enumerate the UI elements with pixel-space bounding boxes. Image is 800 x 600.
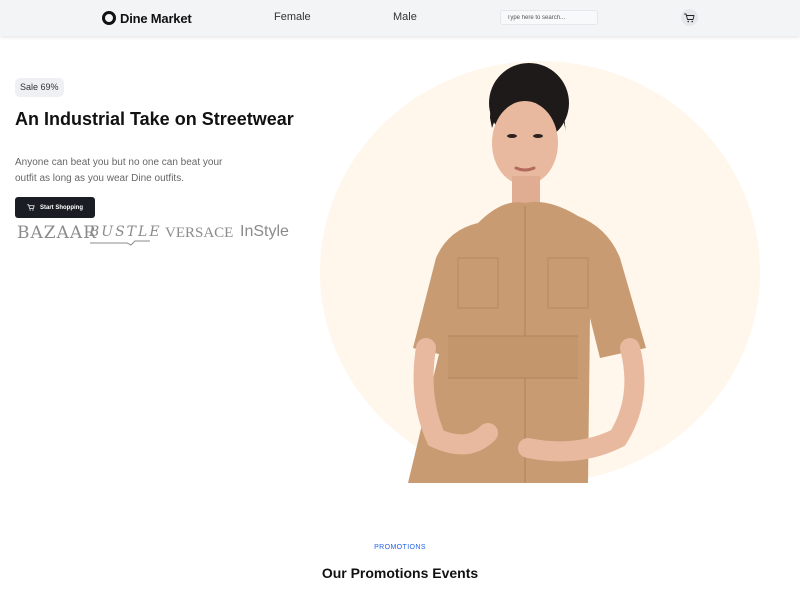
nav-link-female[interactable]: Female [274,11,311,23]
start-shopping-button[interactable]: Start Shopping [15,197,95,218]
start-shopping-label: Start Shopping [40,204,83,211]
hero-title: An Industrial Take on Streetwear [15,109,294,129]
logo-ring-icon [102,11,116,25]
bustle-underline-icon [90,240,150,246]
promotions-tag: PROMOTIONS [374,544,426,551]
brand-logo-instyle: InStyle [240,223,289,240]
hero-model-image [408,63,646,483]
site-header: Dine Market Female Male [0,0,800,36]
sale-badge: Sale 69% [15,78,64,97]
brand-logo-bustle: BUSTLE [89,224,162,240]
logo[interactable]: Dine Market [102,10,192,26]
hero-description: Anyone can beat you but no one can beat … [15,157,223,184]
search-input[interactable] [500,10,598,25]
nav-link-male[interactable]: Male [393,11,417,23]
cart-button[interactable] [681,9,698,26]
brand-logo-bazaar: BAZAAR [17,223,97,243]
brand-logo-versace: VERSACE [165,225,234,241]
cart-icon [684,13,695,22]
promotions-title: Our Promotions Events [321,565,479,581]
logo-text: Dine Market [120,10,192,26]
cart-icon [27,204,35,211]
